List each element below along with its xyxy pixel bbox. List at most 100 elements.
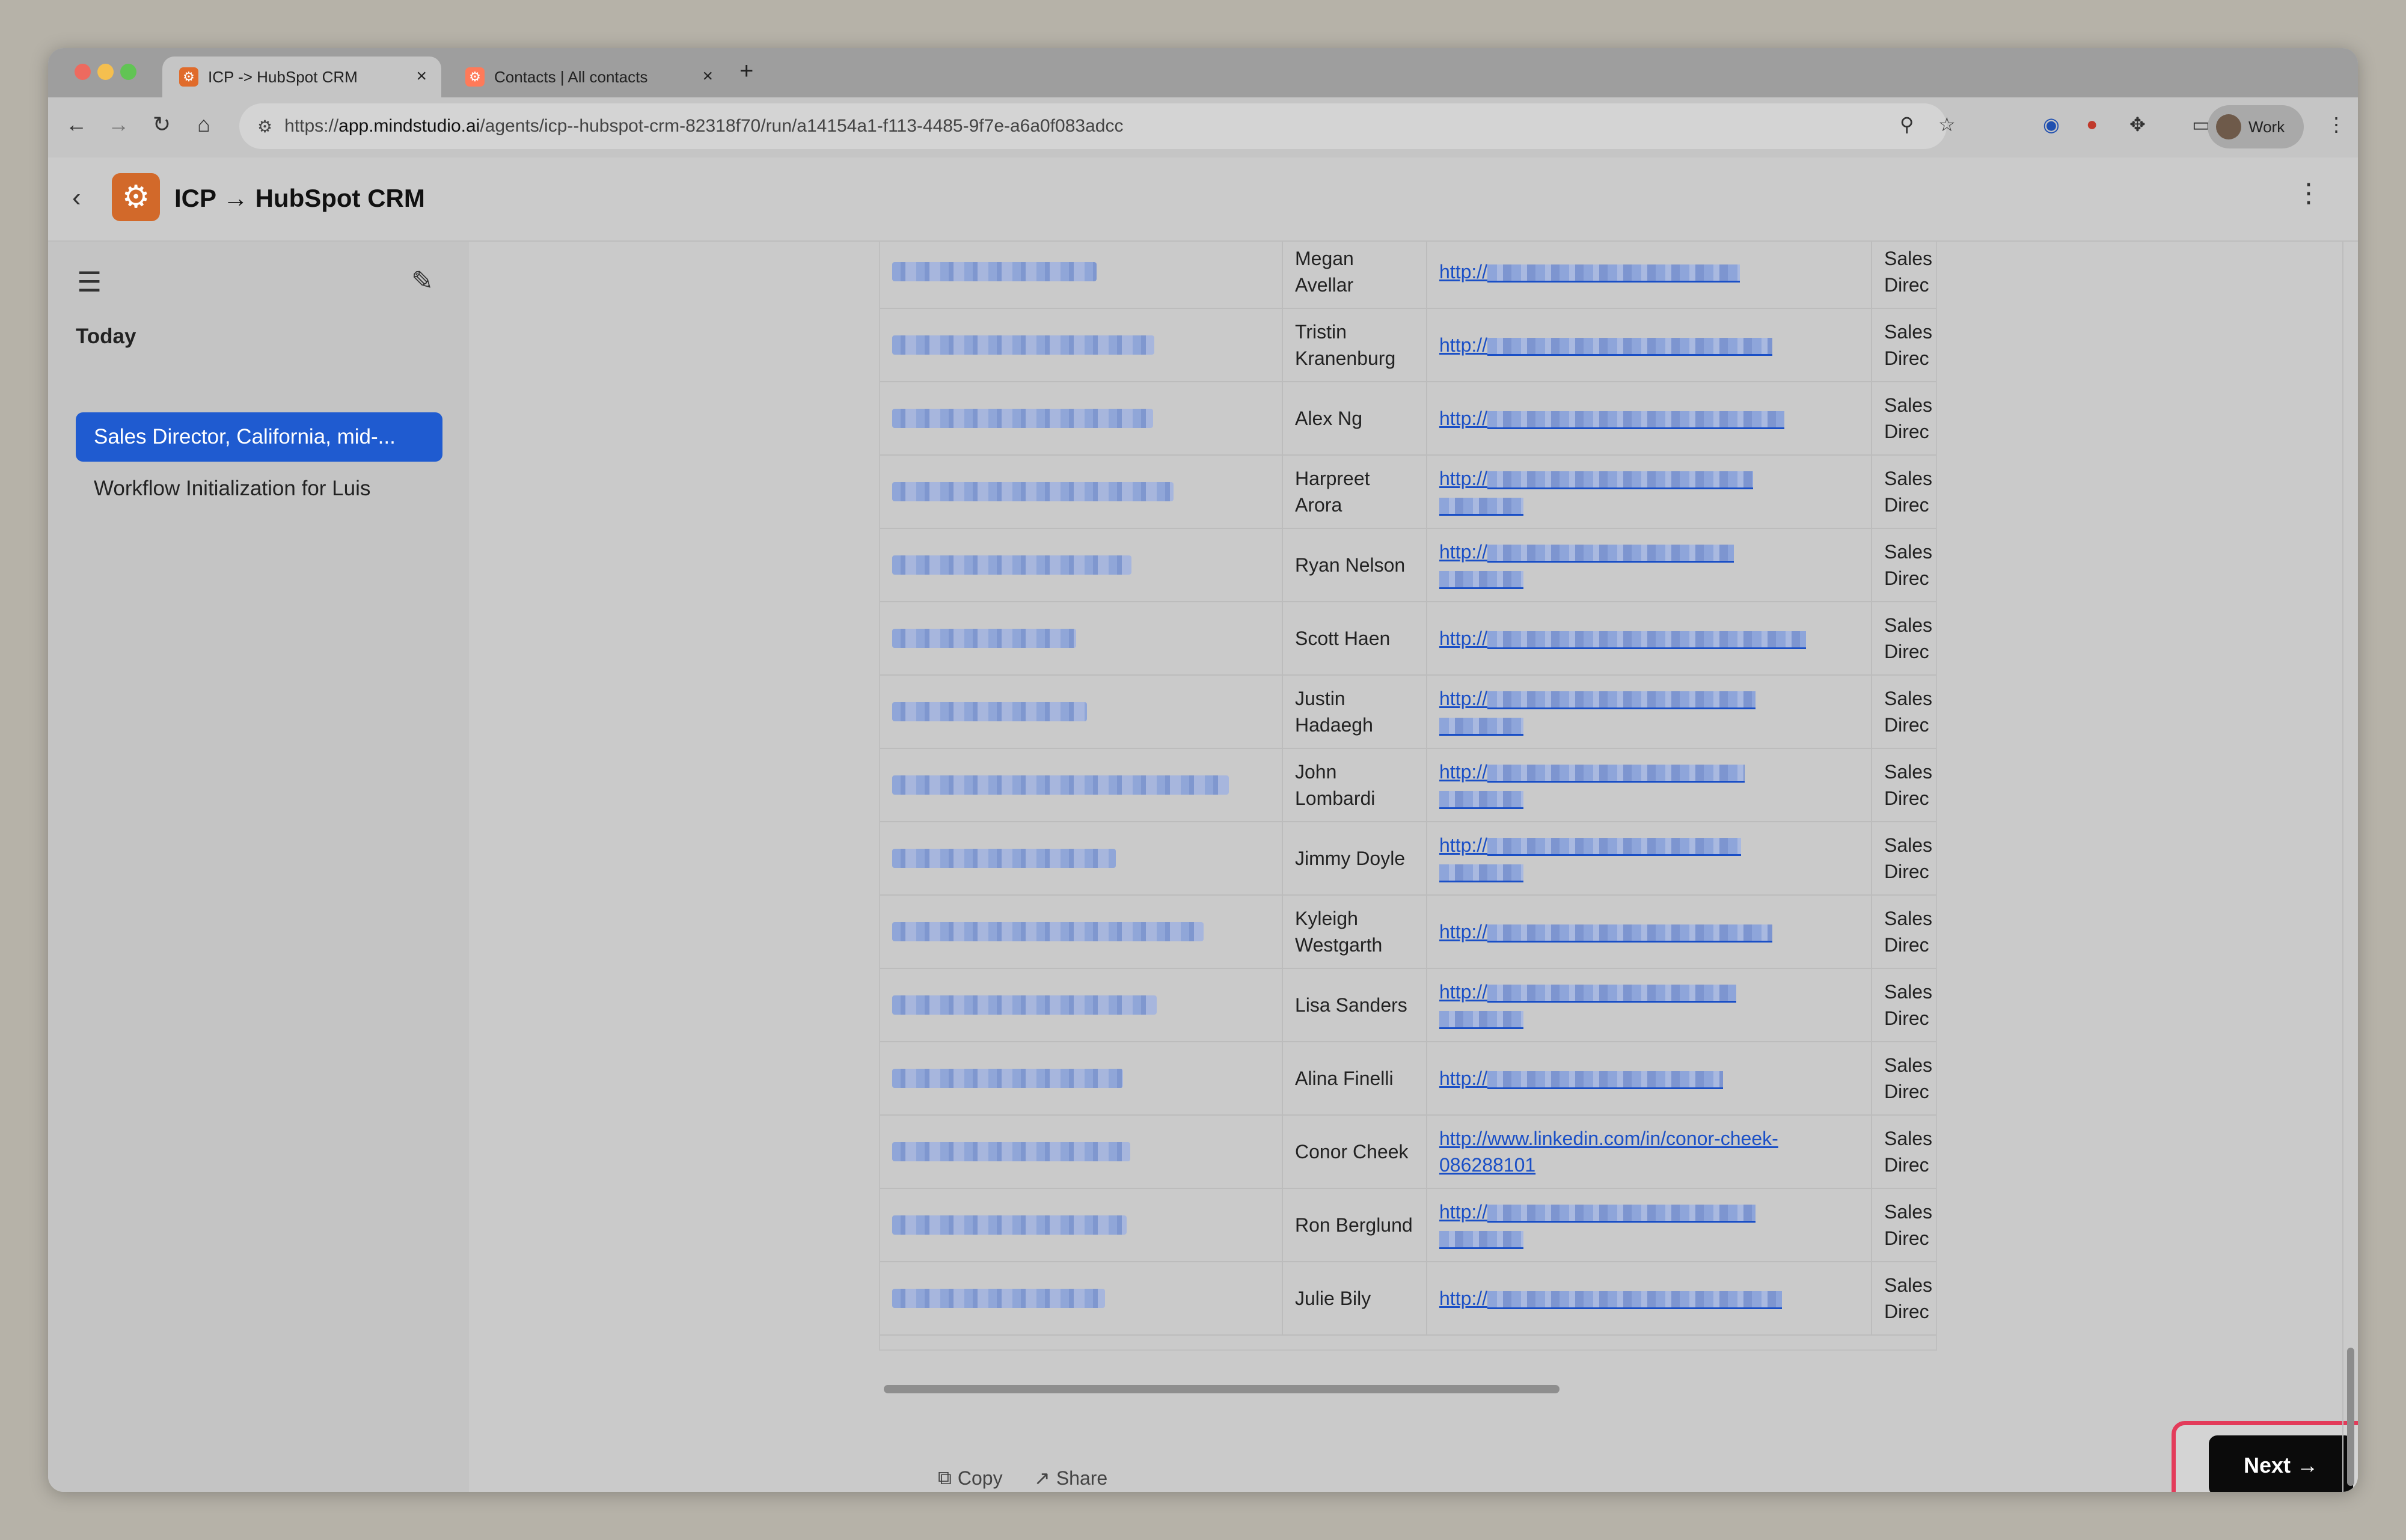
linkedin-link[interactable]: http:// [1439, 832, 1742, 885]
link-text[interactable]: http:// [1439, 541, 1487, 563]
tab-icp-hubspot[interactable]: ⚙ ICP -> HubSpot CRM × [162, 57, 441, 97]
sidebar-item-sales-director[interactable]: Sales Director, California, mid-... [76, 412, 442, 462]
linkedin-link[interactable]: http:// [1439, 1285, 1783, 1312]
linkedin-link[interactable]: http:// [1439, 979, 1737, 1031]
share-button[interactable]: ↗ Share [1034, 1467, 1107, 1490]
linkedin-link[interactable]: http:// [1439, 1065, 1724, 1092]
horizontal-scrollbar[interactable] [879, 1381, 1937, 1397]
redacted-link-path[interactable] [1487, 691, 1756, 709]
next-button[interactable]: Next → [2209, 1435, 2353, 1492]
redacted-link-path[interactable] [1487, 1071, 1724, 1089]
redacted-link-path[interactable] [1487, 1291, 1783, 1309]
link-text[interactable]: http:// [1439, 334, 1487, 356]
minimize-window-light[interactable] [97, 64, 114, 80]
linkedin-link[interactable]: http:// [1439, 405, 1785, 432]
link-text[interactable]: http:// [1439, 834, 1487, 856]
linkedin-link[interactable]: http:// [1439, 258, 1740, 285]
redacted-link-path[interactable] [1487, 264, 1740, 283]
tab-contacts[interactable]: ⚙ Contacts | All contacts × [448, 57, 727, 97]
linkedin-link[interactable]: http:// [1439, 332, 1773, 358]
extensions-puzzle-icon[interactable]: ✥ [2129, 113, 2146, 136]
scrollbar-thumb[interactable] [2347, 1348, 2354, 1486]
linkedin-cell: http:// [1427, 1189, 1872, 1261]
link-text[interactable]: http:// [1439, 628, 1487, 649]
redacted-link-path[interactable] [1439, 1010, 1523, 1029]
redacted-link-path[interactable] [1487, 1204, 1756, 1223]
title-cell: Sales Direc [1872, 309, 1936, 381]
table-row: Harpreet Arora http:// Sales Direc [880, 456, 1936, 529]
title-cell: Sales Direc [1872, 382, 1936, 454]
vertical-scrollbar[interactable] [2342, 242, 2358, 1492]
redacted-link-path[interactable] [1439, 1230, 1523, 1249]
share-icon: ↗ [1034, 1467, 1050, 1489]
copy-button[interactable]: ⧉ Copy [938, 1467, 1003, 1490]
tab-close-icon[interactable]: × [416, 66, 427, 87]
site-settings-icon[interactable]: ⚙ [257, 117, 272, 136]
link-text[interactable]: http:// [1439, 921, 1487, 943]
linkedin-link[interactable]: http:// [1439, 465, 1754, 518]
tab-close-icon[interactable]: × [702, 66, 713, 87]
home-icon[interactable]: ⌂ [189, 112, 219, 137]
sidebar-item-workflow-init[interactable]: Workflow Initialization for Luis [76, 464, 442, 513]
linkedin-link[interactable]: http://www.linkedin.com/in/conor-cheek-0… [1439, 1125, 1857, 1178]
link-text[interactable]: http:// [1439, 1201, 1487, 1223]
link-text[interactable]: http:// [1439, 981, 1487, 1003]
redacted-link-path[interactable] [1439, 570, 1523, 589]
address-bar[interactable]: ⚙ https://app.mindstudio.ai/agents/icp--… [239, 103, 1947, 149]
redacted-link-path[interactable] [1487, 837, 1742, 856]
title-fragment: Sales [1884, 1201, 1933, 1223]
browser-menu-icon[interactable]: ⋮ [2327, 113, 2346, 136]
extension-icon[interactable]: ● [2086, 113, 2098, 135]
redacted-link-path[interactable] [1487, 764, 1745, 783]
redacted-link-path[interactable] [1487, 471, 1754, 489]
redacted-link-path[interactable] [1439, 790, 1523, 809]
back-arrow-icon[interactable]: ← [61, 112, 91, 137]
password-manager-icon[interactable]: ◉ [2043, 113, 2060, 136]
redacted-link-path[interactable] [1439, 864, 1523, 882]
linkedin-link[interactable]: http:// [1439, 625, 1807, 652]
new-tab-icon[interactable]: + [739, 58, 753, 85]
menu-icon[interactable]: ☰ [77, 266, 102, 298]
linkedin-link[interactable]: http:// [1439, 1199, 1756, 1251]
linkedin-link[interactable]: http:// [1439, 759, 1745, 811]
forward-arrow-icon[interactable]: → [103, 112, 133, 137]
linkedin-link[interactable]: http:// [1439, 685, 1756, 738]
link-text[interactable]: http:// [1439, 688, 1487, 709]
redacted-link-path[interactable] [1487, 544, 1734, 563]
redacted-link-path[interactable] [1487, 631, 1807, 649]
tab-title: Contacts | All contacts [494, 67, 648, 86]
chevron-left-icon[interactable]: ‹ [72, 183, 81, 213]
link-text[interactable]: http:// [1439, 468, 1487, 489]
title-cell: Sales Direc [1872, 242, 1936, 308]
redacted-link-path[interactable] [1487, 924, 1773, 943]
redacted-link-path[interactable] [1487, 984, 1737, 1003]
title-cell: Sales Direc [1872, 896, 1936, 968]
title-fragment: Sales [1884, 908, 1933, 929]
link-text[interactable]: http:// [1439, 261, 1487, 283]
linkedin-link[interactable]: http:// [1439, 918, 1773, 945]
redacted-link-path[interactable] [1487, 411, 1785, 429]
url-text[interactable]: https://app.mindstudio.ai/agents/icp--hu… [284, 116, 1123, 136]
link-text[interactable]: http://www.linkedin.com/in/conor-cheek-0… [1439, 1128, 1778, 1176]
link-text[interactable]: http:// [1439, 1288, 1487, 1309]
redacted-link-path[interactable] [1439, 497, 1523, 516]
close-window-light[interactable] [75, 64, 91, 80]
profile-button[interactable]: Work [2208, 105, 2304, 148]
title-fragment: Sales [1884, 614, 1933, 636]
more-options-icon[interactable]: ⋮ [2295, 178, 2322, 209]
link-text[interactable]: http:// [1439, 408, 1487, 429]
zoom-icon[interactable]: ⚲ [1900, 113, 1914, 136]
link-text[interactable]: http:// [1439, 1068, 1487, 1089]
linkedin-link[interactable]: http:// [1439, 539, 1734, 591]
title-fragment: Direc [1884, 567, 1929, 589]
new-chat-edit-icon[interactable]: ✎ [411, 266, 433, 296]
redacted-link-path[interactable] [1439, 717, 1523, 736]
redacted-link-path[interactable] [1487, 337, 1773, 356]
zoom-window-light[interactable] [120, 64, 136, 80]
reload-icon[interactable]: ↻ [147, 112, 177, 137]
link-text[interactable]: http:// [1439, 761, 1487, 783]
name-cell: Megan Avellar [1283, 242, 1427, 308]
email-cell [880, 309, 1283, 381]
scrollbar-thumb[interactable] [884, 1385, 1560, 1393]
bookmark-star-icon[interactable]: ☆ [1938, 113, 1956, 136]
